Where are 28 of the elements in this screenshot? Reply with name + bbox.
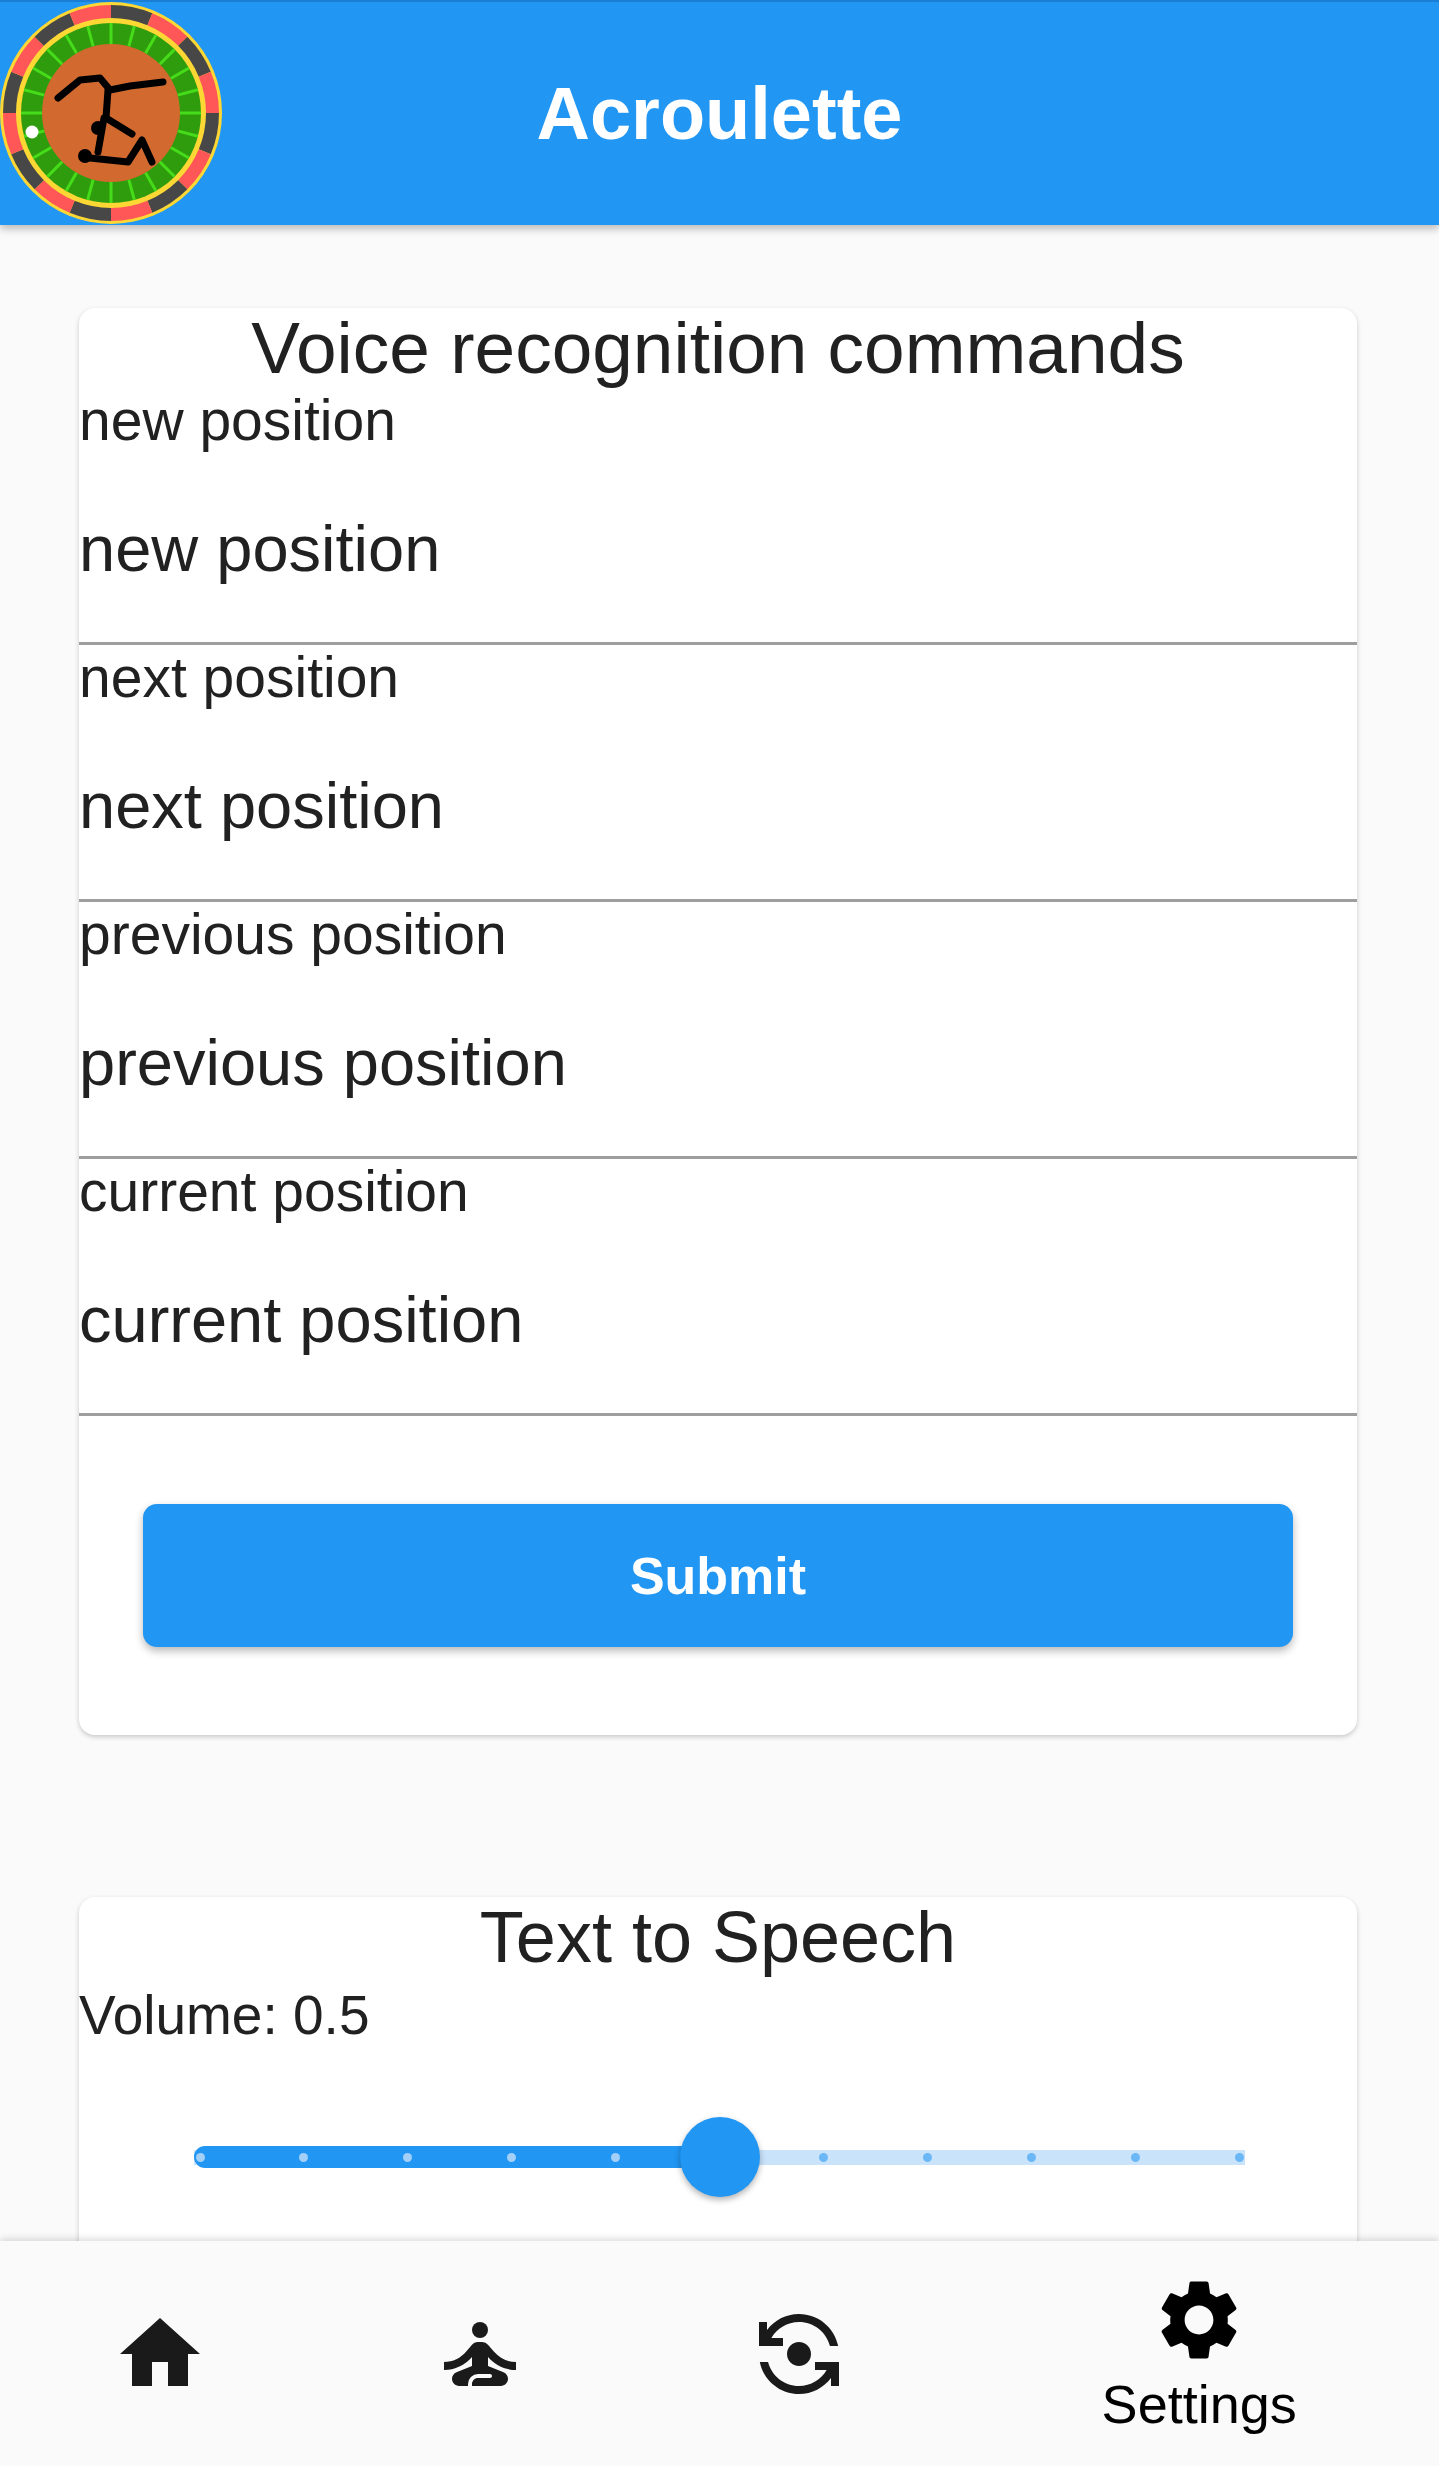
text-field[interactable]: current position current position <box>79 1159 1357 1416</box>
tick-mark-icon <box>611 2153 621 2162</box>
tick-mark-icon <box>403 2153 413 2162</box>
tick-mark-icon <box>299 2153 309 2162</box>
field-value: previous position <box>79 1027 567 1099</box>
field-label: next position <box>79 645 400 709</box>
app-title: Acroulette <box>536 71 903 156</box>
text-field[interactable]: previous position previous position <box>79 902 1357 1159</box>
field-value: new position <box>79 513 441 585</box>
field-value: next position <box>79 770 444 842</box>
tick-mark-icon <box>818 2153 828 2162</box>
slider-thumb[interactable] <box>679 2117 760 2197</box>
field-value: current position <box>79 1284 524 1356</box>
tick-mark-icon <box>507 2153 517 2162</box>
field-label: previous position <box>79 902 507 966</box>
nav-button[interactable]: Settings <box>959 2241 1439 2466</box>
field-label: current position <box>79 1159 469 1223</box>
field-label: new position <box>79 388 396 452</box>
card-title: Voice recognition commands <box>251 308 1185 388</box>
tick-mark-icon <box>1026 2153 1036 2162</box>
text-field[interactable]: next position next position <box>79 645 1357 902</box>
text-field[interactable]: new position new position <box>79 388 1357 645</box>
volume-label: Volume: 0.5 <box>79 1983 370 2047</box>
card-title: Text to Speech <box>479 1897 957 1977</box>
tick-mark-icon <box>1234 2153 1244 2162</box>
tick-mark-icon <box>922 2153 932 2162</box>
tick-mark-icon <box>195 2153 205 2162</box>
tick-mark-icon <box>1130 2153 1140 2162</box>
